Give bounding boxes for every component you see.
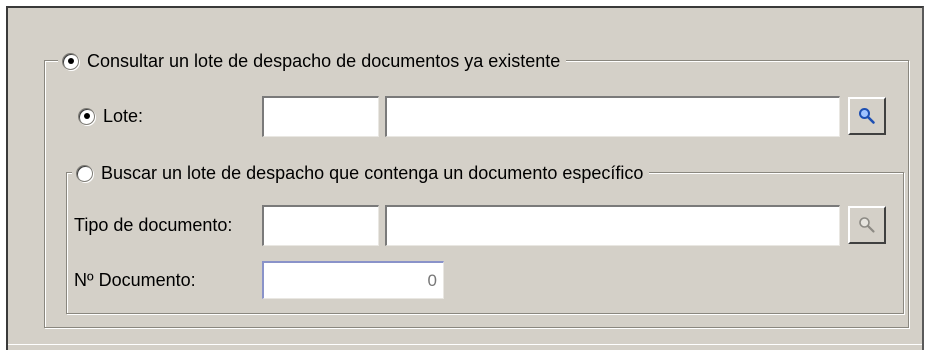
tipo-documento-label: Tipo de documento: [74,215,233,235]
outer-group-legend[interactable]: Consultar un lote de despacho de documen… [58,50,567,72]
buscar-documento-radio[interactable] [76,164,93,182]
lote-label: Lote: [103,105,144,126]
lote-option[interactable]: Lote: [78,104,143,128]
panel-bottom-divider [8,344,922,345]
lote-search-button[interactable] [848,97,886,135]
dialog-panel: Consultar un lote de despacho de documen… [6,6,924,350]
consultar-lote-radio[interactable] [62,52,79,70]
inner-group-legend[interactable]: Buscar un lote de despacho que contenga … [72,162,650,184]
lote-description-input[interactable] [385,96,840,137]
lote-code-input[interactable] [262,96,379,137]
numero-documento-input[interactable] [262,261,444,299]
numero-documento-label: Nº Documento: [74,270,196,290]
magnifier-icon [859,108,875,124]
magnifier-icon [859,217,875,233]
consultar-lote-label: Consultar un lote de despacho de documen… [87,50,561,71]
buscar-documento-label: Buscar un lote de despacho que contenga … [101,162,644,183]
tipo-documento-code-input[interactable] [262,205,379,246]
tipo-documento-description-input[interactable] [385,205,840,246]
tipo-documento-search-button[interactable] [848,206,886,244]
lote-radio[interactable] [78,107,95,125]
